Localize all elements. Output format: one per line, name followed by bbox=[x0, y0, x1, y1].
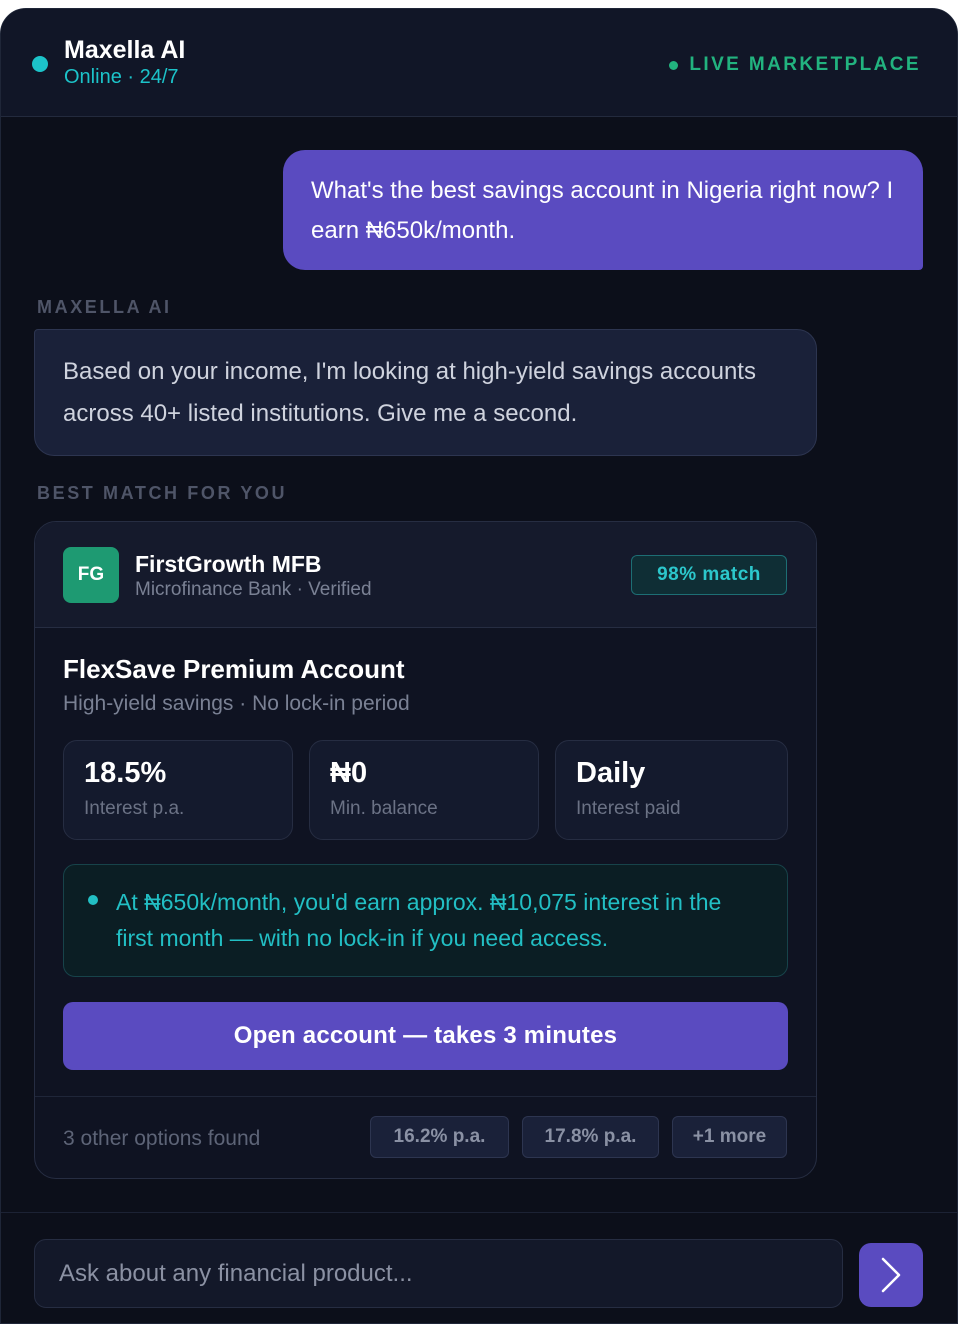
stat-value: ₦0 bbox=[330, 757, 368, 789]
ai-message: Based on your income, I'm looking at hig… bbox=[34, 329, 817, 456]
chevron-right-icon bbox=[881, 1257, 901, 1293]
product-title: FlexSave Premium Account bbox=[63, 654, 405, 684]
bank-name: FirstGrowth MFB bbox=[135, 551, 322, 577]
stat-label: Interest p.a. bbox=[84, 798, 185, 819]
live-marketplace-label: LIVE MARKETPLACE bbox=[689, 54, 921, 75]
stat-interest-paid: Daily Interest paid bbox=[555, 740, 788, 840]
chat-window: Maxella AI Online · 24/7 LIVE MARKETPLAC… bbox=[0, 8, 958, 1324]
ai-sender-label: MAXELLA AI bbox=[37, 297, 172, 317]
live-dot-icon bbox=[669, 60, 679, 70]
send-button[interactable] bbox=[859, 1243, 923, 1307]
bank-logo: FG bbox=[63, 547, 119, 603]
composer bbox=[1, 1212, 957, 1323]
stat-min-balance: ₦0 Min. balance bbox=[309, 740, 539, 840]
stat-label: Min. balance bbox=[330, 798, 438, 819]
live-marketplace-badge: LIVE MARKETPLACE bbox=[669, 54, 921, 76]
more-options-chip[interactable]: +1 more bbox=[672, 1116, 787, 1158]
user-message: What's the best savings account in Niger… bbox=[283, 150, 923, 270]
chat-input[interactable] bbox=[34, 1239, 843, 1308]
open-account-button[interactable]: Open account — takes 3 minutes bbox=[63, 1002, 788, 1070]
agent-name: Maxella AI bbox=[64, 36, 186, 64]
option-chip[interactable]: 16.2% p.a. bbox=[370, 1116, 509, 1158]
product-subtitle: High-yield savings · No lock-in period bbox=[63, 692, 410, 715]
agent-status: Online · 24/7 bbox=[64, 66, 179, 88]
option-chip[interactable]: 17.8% p.a. bbox=[522, 1116, 659, 1158]
bank-subtitle: Microfinance Bank · Verified bbox=[135, 579, 372, 600]
product-card-header: FG FirstGrowth MFB Microfinance Bank · V… bbox=[35, 522, 816, 628]
other-options-row: 3 other options found 16.2% p.a. 17.8% p… bbox=[35, 1096, 816, 1178]
insight-dot-icon bbox=[88, 895, 98, 905]
product-card: FG FirstGrowth MFB Microfinance Bank · V… bbox=[34, 521, 817, 1179]
other-options-label: 3 other options found bbox=[63, 1127, 261, 1150]
stat-label: Interest paid bbox=[576, 798, 681, 819]
stat-value: Daily bbox=[576, 757, 646, 789]
best-match-label: BEST MATCH FOR YOU bbox=[37, 483, 288, 503]
earnings-insight: At ₦650k/month, you'd earn approx. ₦10,0… bbox=[63, 864, 788, 977]
match-score-badge: 98% match bbox=[631, 555, 787, 595]
online-status-dot bbox=[32, 56, 48, 72]
stat-interest-rate: 18.5% Interest p.a. bbox=[63, 740, 293, 840]
stat-value: 18.5% bbox=[84, 757, 167, 789]
insight-text: At ₦650k/month, you'd earn approx. ₦10,0… bbox=[116, 889, 722, 951]
chat-header: Maxella AI Online · 24/7 LIVE MARKETPLAC… bbox=[1, 9, 957, 117]
